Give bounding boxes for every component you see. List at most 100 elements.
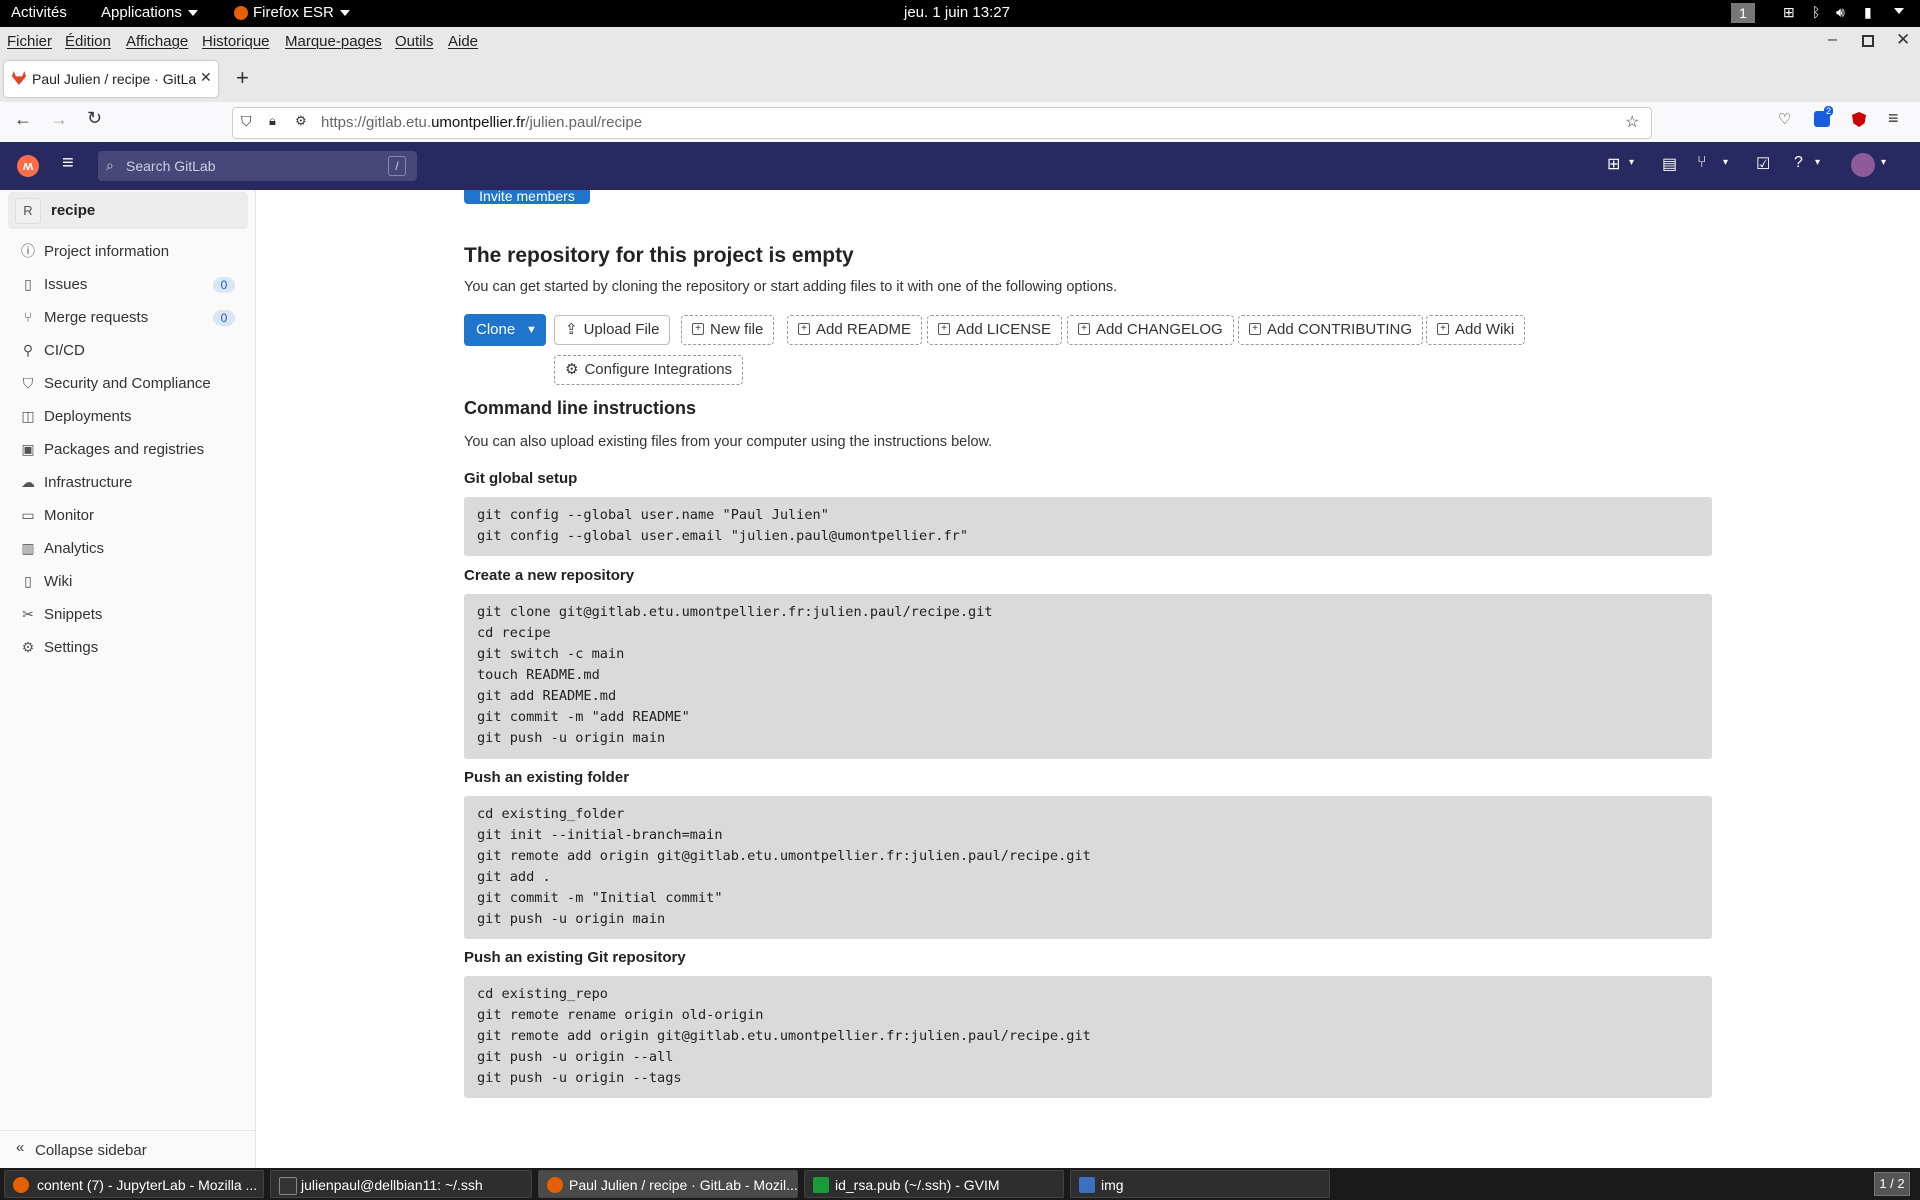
- url-bar[interactable]: ⛉ 🔒︎ ⚙ https://gitlab.etu.umontpellier.f…: [232, 107, 1652, 139]
- back-icon[interactable]: ←: [14, 109, 32, 130]
- add-contributing-button[interactable]: + Add CONTRIBUTING: [1238, 315, 1424, 345]
- new-file-button[interactable]: + New file: [681, 315, 775, 345]
- configure-integrations-button[interactable]: ⚙ Configure Integrations: [554, 355, 744, 385]
- lock-icon[interactable]: 🔒︎: [269, 113, 276, 129]
- add-readme-button[interactable]: + Add README: [787, 315, 923, 345]
- taskbar-item-label: content (7) - JupyterLab - Mozilla ...: [37, 1177, 258, 1193]
- sidebar-item-label: CI/CD: [44, 342, 85, 359]
- clone-button[interactable]: Clone ▼: [464, 314, 546, 346]
- sidebar-item-monitor[interactable]: ▭ Monitor: [0, 501, 255, 531]
- add-license-button[interactable]: + Add LICENSE: [927, 315, 1063, 345]
- empty-repo-description: You can get started by cloning the repos…: [464, 279, 1118, 295]
- sidebar-item-snippets[interactable]: ✂ Snippets: [0, 600, 255, 630]
- sidebar-item-analytics[interactable]: ▥ Analytics: [0, 534, 255, 564]
- network-icon[interactable]: ⊞: [1783, 4, 1795, 21]
- chevron-down-icon: [339, 10, 350, 17]
- code-block-push-existing-folder[interactable]: cd existing_folder git init --initial-br…: [464, 796, 1712, 939]
- add-changelog-button[interactable]: + Add CHANGELOG: [1067, 315, 1234, 345]
- cloud-icon: ☁: [21, 474, 35, 490]
- workspace-indicator[interactable]: 1: [1731, 3, 1755, 23]
- forward-icon[interactable]: →: [50, 109, 68, 130]
- firefox-app-menu[interactable]: Firefox ESR: [234, 4, 350, 21]
- gnome-top-bar: Activités Applications Firefox ESR jeu. …: [0, 0, 1920, 27]
- help-icon[interactable]: ?: [1794, 154, 1803, 172]
- sidebar-item-label: Deployments: [44, 408, 132, 425]
- minimize-icon[interactable]: –: [1828, 31, 1837, 49]
- maximize-icon[interactable]: [1862, 35, 1874, 47]
- gitlab-logo[interactable]: ʍ: [17, 155, 39, 177]
- invite-members-button[interactable]: Invite members: [464, 190, 590, 204]
- sidebar-project-header[interactable]: R recipe: [8, 192, 248, 229]
- volume-icon[interactable]: 🔊︎: [1836, 4, 1845, 21]
- create-new-icon[interactable]: ⊞: [1607, 154, 1620, 174]
- activities-button[interactable]: Activités: [11, 4, 67, 21]
- code-block-git-global-setup[interactable]: git config --global user.name "Paul Juli…: [464, 497, 1712, 556]
- chevron-down-icon[interactable]: ▾: [1629, 157, 1634, 168]
- url-path: /julien.paul/recipe: [525, 114, 643, 131]
- new-file-label: New file: [710, 321, 764, 338]
- tracking-shield-icon[interactable]: ⛉: [241, 113, 252, 130]
- sidebar-item-issues[interactable]: ▯ Issues 0: [0, 270, 255, 300]
- taskbar-item-gvim[interactable]: id_rsa.pub (~/.ssh) - GVIM: [804, 1170, 1064, 1198]
- sidebar-item-security-and-compliance[interactable]: ⛉ Security and Compliance: [0, 369, 255, 399]
- book-icon: ▯: [24, 573, 32, 589]
- sidebar-item-merge-requests[interactable]: ⑂ Merge requests 0: [0, 303, 255, 333]
- bluetooth-icon[interactable]: ᛒ: [1812, 4, 1820, 20]
- sidebar-item-project-information[interactable]: ⓘ Project information: [0, 237, 255, 267]
- chart-icon: ▥: [21, 540, 35, 556]
- close-window-icon[interactable]: ✕: [1896, 30, 1910, 50]
- collapse-sidebar-button[interactable]: « Collapse sidebar: [0, 1130, 255, 1169]
- hamburger-menu-icon[interactable]: ≡: [1888, 108, 1899, 129]
- taskbar-item-terminal[interactable]: julienpaul@dellbian11: ~/.ssh: [270, 1170, 532, 1198]
- tab-gitlab-recipe[interactable]: Paul Julien / recipe · GitLa ✕: [4, 61, 218, 97]
- menu-historique[interactable]: Historique: [202, 33, 270, 50]
- upload-file-button[interactable]: ⇪ Upload File: [554, 315, 671, 345]
- rocket-icon: ⚲: [22, 342, 34, 358]
- permissions-icon[interactable]: ⚙: [295, 113, 307, 129]
- hamburger-icon[interactable]: ≡: [62, 152, 74, 175]
- menu-fichier[interactable]: Fichier: [7, 33, 52, 50]
- sidebar-item-label: Project information: [44, 243, 170, 260]
- firefox-icon: [13, 1177, 29, 1193]
- avatar[interactable]: [1851, 153, 1875, 177]
- code-block-create-repository[interactable]: git clone git@gitlab.etu.umontpellier.fr…: [464, 594, 1712, 759]
- code-block-push-existing-repo[interactable]: cd existing_repo git remote rename origi…: [464, 976, 1712, 1098]
- sidebar-item-wiki[interactable]: ▯ Wiki: [0, 567, 255, 597]
- workspace-pager[interactable]: 1 / 2: [1874, 1172, 1910, 1196]
- url-text[interactable]: https://gitlab.etu.umontpellier.fr/julie…: [321, 114, 642, 131]
- ublock-icon[interactable]: [1852, 112, 1866, 127]
- taskbar-item-img[interactable]: img: [1070, 1170, 1330, 1198]
- menu-edition[interactable]: Édition: [65, 33, 111, 50]
- merge-request-icon[interactable]: ⑂: [1697, 154, 1707, 172]
- pocket-icon[interactable]: ♡: [1778, 110, 1791, 128]
- new-tab-button[interactable]: +: [236, 65, 249, 91]
- issues-icon[interactable]: ▤: [1662, 154, 1677, 174]
- menu-aide[interactable]: Aide: [448, 33, 478, 50]
- menu-marque-pages[interactable]: Marque-pages: [285, 33, 382, 50]
- sidebar-item-ci-cd[interactable]: ⚲ CI/CD: [0, 336, 255, 366]
- sidebar-item-infrastructure[interactable]: ☁ Infrastructure: [0, 468, 255, 498]
- todo-icon[interactable]: ☑: [1756, 154, 1770, 174]
- system-menu[interactable]: [1888, 2, 1904, 19]
- taskbar-item-jupyterlab[interactable]: content (7) - JupyterLab - Mozilla ...: [4, 1170, 264, 1198]
- sidebar-item-deployments[interactable]: ◫ Deployments: [0, 402, 255, 432]
- terminal-icon: [279, 1177, 297, 1195]
- taskbar-item-gitlab[interactable]: Paul Julien / recipe · GitLab - Mozil...: [538, 1170, 798, 1198]
- sidebar-item-settings[interactable]: ⚙ Settings: [0, 633, 255, 663]
- reload-icon[interactable]: ↻: [87, 108, 102, 129]
- close-tab-icon[interactable]: ✕: [200, 69, 212, 86]
- upload-icon: ⇪: [565, 321, 578, 338]
- applications-menu[interactable]: Applications: [101, 4, 198, 21]
- sidebar-item-packages-and-registries[interactable]: ▣ Packages and registries: [0, 435, 255, 465]
- chevron-down-icon[interactable]: ▾: [1815, 157, 1820, 168]
- chevron-down-icon[interactable]: ▾: [1881, 157, 1886, 168]
- add-wiki-label: Add Wiki: [1455, 321, 1515, 338]
- chevron-down-icon[interactable]: ▾: [1723, 157, 1728, 168]
- search-box[interactable]: ⌕ Search GitLab /: [98, 151, 417, 181]
- add-wiki-button[interactable]: + Add Wiki: [1426, 315, 1526, 345]
- menu-affichage[interactable]: Affichage: [126, 33, 188, 50]
- clock[interactable]: jeu. 1 juin 13:27: [904, 4, 1010, 21]
- bookmark-star-icon[interactable]: ☆: [1625, 112, 1639, 132]
- menu-outils[interactable]: Outils: [395, 33, 433, 50]
- battery-icon[interactable]: ▮: [1864, 4, 1872, 21]
